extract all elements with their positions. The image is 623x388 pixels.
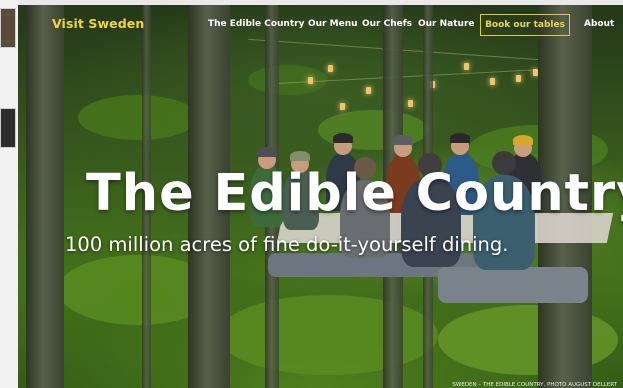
- logo[interactable]: Visit Sweden: [52, 16, 144, 31]
- background-page-strip: [0, 0, 18, 388]
- nav-item-our-chefs[interactable]: Our Chefs: [362, 19, 412, 29]
- nav-item-our-menu[interactable]: Our Menu: [308, 19, 358, 29]
- background-thumbnail: [0, 108, 16, 148]
- hero-title: The Edible Country: [86, 164, 623, 223]
- hero-subtitle: 100 million acres of fine do-it-yourself…: [65, 233, 509, 256]
- background-thumbnail: [0, 8, 16, 48]
- photo-credit: SWEDEN – THE EDIBLE COUNTRY, PHOTO AUGUS…: [452, 382, 617, 388]
- nav-item-edible-country[interactable]: The Edible Country: [208, 19, 304, 29]
- hero-section: Visit Sweden The Edible Country Our Menu…: [18, 5, 623, 388]
- nav-item-about[interactable]: About: [584, 19, 614, 29]
- nav-item-our-nature[interactable]: Our Nature: [418, 19, 475, 29]
- book-tables-button[interactable]: Book our tables: [480, 14, 570, 36]
